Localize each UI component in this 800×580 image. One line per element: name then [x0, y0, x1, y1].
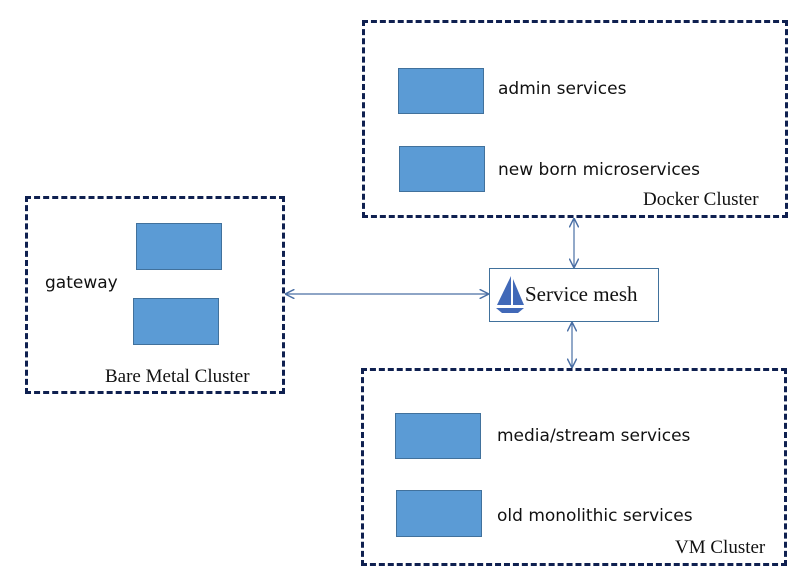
sailboat-icon: [496, 276, 524, 313]
connectors-layer: [0, 0, 800, 580]
